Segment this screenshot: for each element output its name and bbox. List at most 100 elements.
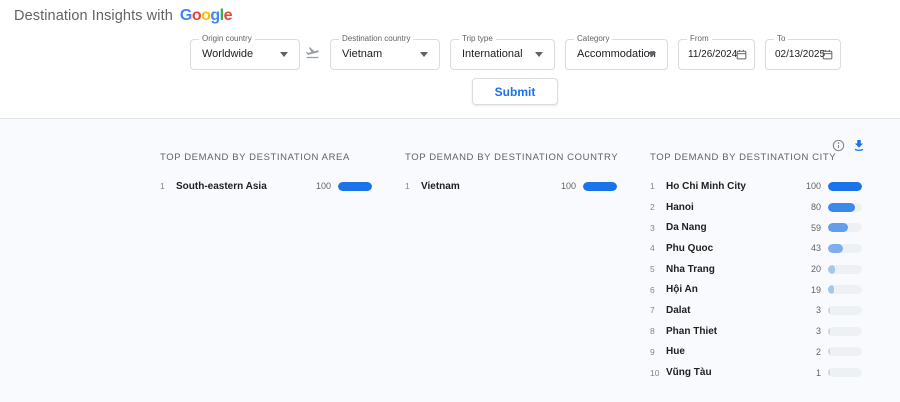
row-label: Nha Trang — [666, 264, 811, 275]
bar-track — [828, 368, 862, 377]
from-date-field[interactable]: From 11/26/2024 — [678, 39, 755, 70]
chevron-down-icon — [648, 52, 656, 57]
row-list: 1Ho Chi Minh City1002Hanoi803Da Nang594P… — [650, 176, 862, 383]
chart-destination-city: TOP DEMAND BY DESTINATION CITY 1Ho Chi M… — [650, 152, 862, 383]
calendar-icon[interactable] — [735, 48, 748, 66]
info-icon[interactable] — [832, 139, 845, 152]
bar-track — [828, 327, 862, 336]
table-row: 1South-eastern Asia100 — [160, 176, 372, 197]
row-value: 3 — [816, 326, 821, 336]
row-value: 100 — [806, 181, 821, 191]
row-label: Phan Thiet — [666, 326, 816, 337]
page-header: Destination Insights with Google — [14, 7, 232, 25]
field-label: To — [774, 34, 788, 43]
bar[interactable] — [828, 244, 843, 253]
google-logo-letter: g — [210, 7, 219, 24]
row-value: 43 — [811, 243, 821, 253]
row-value: 19 — [811, 285, 821, 295]
column-title: TOP DEMAND BY DESTINATION AREA — [160, 152, 372, 166]
table-row: 3Da Nang59 — [650, 217, 862, 238]
row-rank: 6 — [650, 285, 666, 295]
field-label: Destination country — [339, 34, 413, 43]
row-label: Vietnam — [421, 181, 561, 192]
row-rank: 7 — [650, 305, 666, 315]
chevron-down-icon — [420, 52, 428, 57]
field-label: Trip type — [459, 34, 496, 43]
google-logo-letter: G — [180, 7, 192, 24]
chart-destination-area: TOP DEMAND BY DESTINATION AREA 1South-ea… — [160, 152, 372, 197]
bar-track — [828, 244, 862, 253]
submit-button[interactable]: Submit — [472, 78, 558, 105]
bar-track — [828, 265, 862, 274]
row-rank: 8 — [650, 326, 666, 336]
table-row: 2Hanoi80 — [650, 197, 862, 218]
bar[interactable] — [828, 327, 830, 336]
page-title: Destination Insights with — [14, 8, 173, 24]
bar-track — [828, 223, 862, 232]
bar[interactable] — [338, 182, 372, 191]
chevron-down-icon — [280, 52, 288, 57]
bar[interactable] — [828, 368, 830, 377]
calendar-icon[interactable] — [821, 48, 834, 66]
row-rank: 5 — [650, 264, 666, 274]
row-label: South-eastern Asia — [176, 181, 316, 192]
table-row: 6Hội An19 — [650, 279, 862, 300]
bar[interactable] — [828, 347, 830, 356]
bar[interactable] — [828, 285, 834, 294]
row-rank: 4 — [650, 243, 666, 253]
row-label: Hội An — [666, 284, 811, 295]
row-value: 100 — [561, 181, 576, 191]
row-value: 20 — [811, 264, 821, 274]
destination-insights-page: Destination Insights with Google Origin … — [0, 0, 900, 402]
results-toolbar — [832, 138, 866, 152]
bar-track — [828, 182, 862, 191]
download-icon[interactable] — [852, 138, 866, 152]
row-rank: 3 — [650, 223, 666, 233]
row-rank: 1 — [405, 181, 421, 191]
row-label: Ho Chi Minh City — [666, 181, 806, 192]
bar-track — [828, 347, 862, 356]
column-title: TOP DEMAND BY DESTINATION COUNTRY — [405, 152, 617, 166]
row-value: 80 — [811, 202, 821, 212]
row-rank: 2 — [650, 202, 666, 212]
bar[interactable] — [583, 182, 617, 191]
chevron-down-icon — [535, 52, 543, 57]
row-value: 100 — [316, 181, 331, 191]
google-logo: Google — [180, 7, 232, 25]
google-logo-letter: o — [201, 7, 210, 24]
row-value: 1 — [816, 368, 821, 378]
to-date-field[interactable]: To 02/13/2025 — [765, 39, 841, 70]
trip-type-select[interactable]: Trip type International — [450, 39, 555, 70]
table-row: 1Vietnam100 — [405, 176, 617, 197]
bar[interactable] — [828, 203, 855, 212]
bar-track — [828, 306, 862, 315]
row-rank: 9 — [650, 347, 666, 357]
row-label: Hanoi — [666, 202, 811, 213]
bar-track — [583, 182, 617, 191]
bar[interactable] — [828, 306, 830, 315]
google-logo-letter: e — [224, 7, 232, 24]
table-row: 8Phan Thiet3 — [650, 321, 862, 342]
field-label: From — [687, 34, 712, 43]
row-label: Da Nang — [666, 222, 811, 233]
category-select[interactable]: Category Accommodation — [565, 39, 668, 70]
bar[interactable] — [828, 223, 848, 232]
row-value: 2 — [816, 347, 821, 357]
row-label: Hue — [666, 346, 816, 357]
google-logo-letter: o — [192, 7, 201, 24]
row-label: Vũng Tàu — [666, 367, 816, 378]
table-row: 5Nha Trang20 — [650, 259, 862, 280]
destination-country-select[interactable]: Destination country Vietnam — [330, 39, 440, 70]
table-row: 4Phu Quoc43 — [650, 238, 862, 259]
row-rank: 10 — [650, 368, 666, 378]
table-row: 9Hue2 — [650, 342, 862, 363]
row-label: Phu Quoc — [666, 243, 811, 254]
origin-country-select[interactable]: Origin country Worldwide — [190, 39, 300, 70]
bar[interactable] — [828, 265, 835, 274]
row-list: 1Vietnam100 — [405, 176, 617, 197]
row-rank: 1 — [650, 181, 666, 191]
field-label: Category — [574, 34, 612, 43]
bar-track — [338, 182, 372, 191]
row-value: 59 — [811, 223, 821, 233]
bar[interactable] — [828, 182, 862, 191]
